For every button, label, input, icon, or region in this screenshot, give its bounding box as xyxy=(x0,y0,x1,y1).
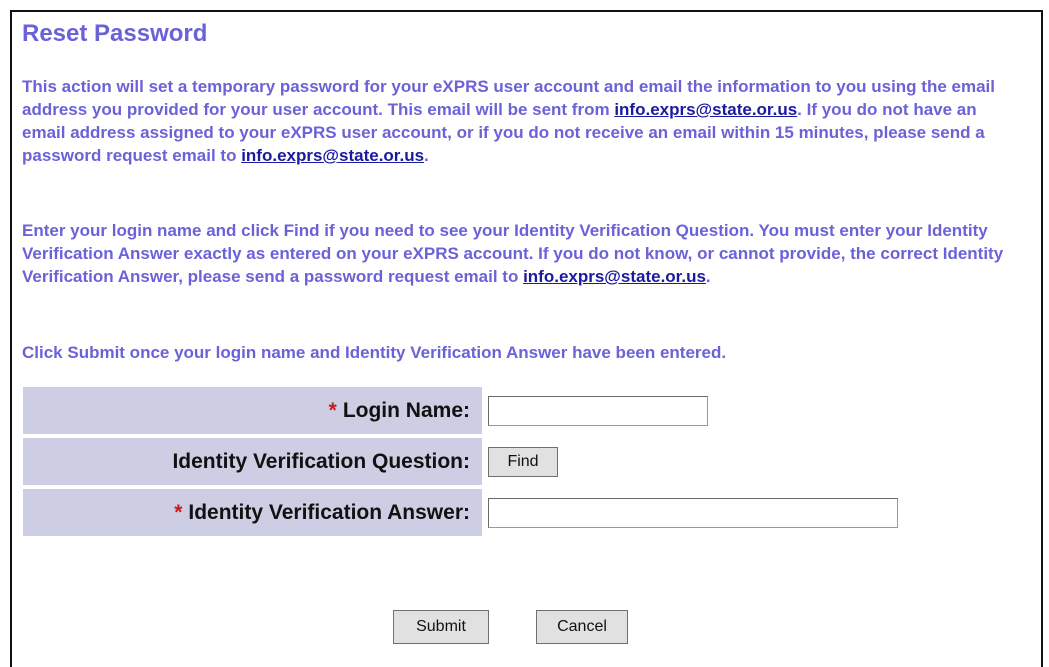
instructions-text-1: Enter your login name and click Find if … xyxy=(22,221,1004,286)
page-title: Reset Password xyxy=(22,20,208,47)
required-marker: * xyxy=(174,500,183,524)
identity-answer-input[interactable] xyxy=(488,497,898,528)
intro-paragraph: This action will set a temporary passwor… xyxy=(22,75,1012,167)
find-button[interactable]: Find xyxy=(488,446,558,477)
answer-value-cell xyxy=(482,489,948,536)
form-actions: Submit Cancel xyxy=(393,610,628,644)
answer-label: * Identity Verification Answer: xyxy=(23,489,482,536)
login-row: * Login Name: xyxy=(23,387,948,434)
login-value-cell xyxy=(482,387,948,434)
instructions-text-2: . xyxy=(705,267,711,286)
email-link[interactable]: info.exprs@state.or.us xyxy=(614,100,797,119)
question-value-cell: Find xyxy=(482,438,948,485)
submit-button[interactable]: Submit xyxy=(393,610,489,644)
question-row: Identity Verification Question: Find xyxy=(23,438,948,485)
intro-text-3: . xyxy=(424,146,429,165)
email-link[interactable]: info.exprs@state.or.us xyxy=(523,267,706,286)
required-marker: * xyxy=(328,398,337,422)
question-label: Identity Verification Question: xyxy=(23,438,482,485)
login-label: * Login Name: xyxy=(23,387,482,434)
question-label-text: Identity Verification Question: xyxy=(172,449,470,473)
instructions-paragraph: Enter your login name and click Find if … xyxy=(22,219,1012,288)
login-name-input[interactable] xyxy=(488,395,708,426)
cancel-button[interactable]: Cancel xyxy=(536,610,628,644)
answer-label-text: Identity Verification Answer: xyxy=(188,500,470,524)
login-label-text: Login Name: xyxy=(342,398,470,422)
email-link[interactable]: info.exprs@state.or.us xyxy=(241,146,424,165)
reset-form: * Login Name: Identity Verification Ques… xyxy=(23,387,948,540)
submit-instructions: Click Submit once your login name and Id… xyxy=(22,343,727,362)
answer-row: * Identity Verification Answer: xyxy=(23,489,948,536)
